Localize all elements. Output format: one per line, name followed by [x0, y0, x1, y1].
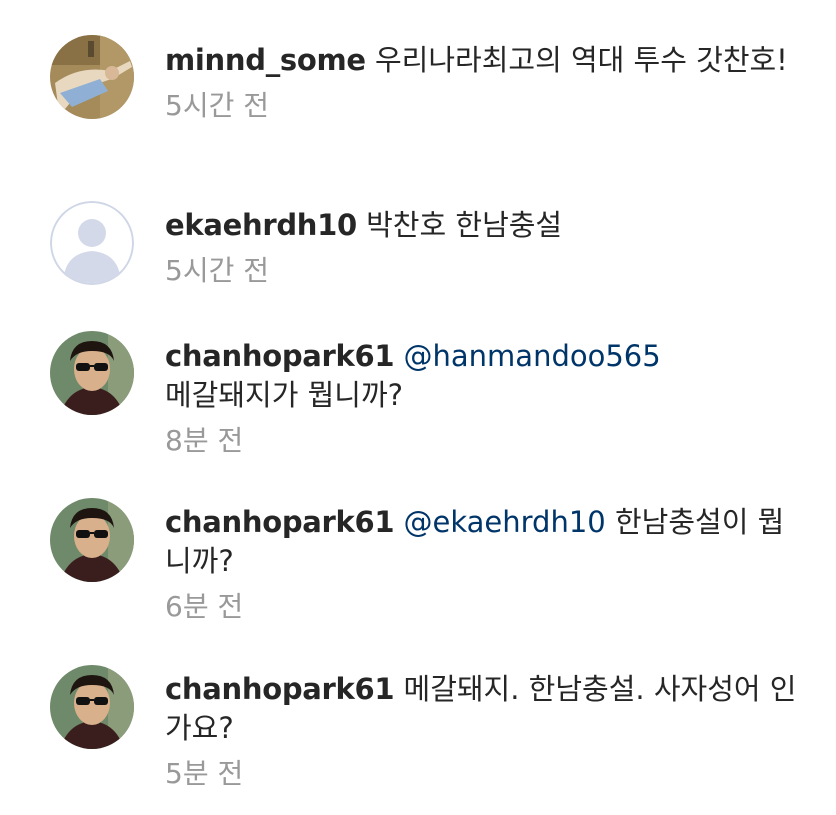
user-avatar[interactable]	[50, 201, 134, 285]
photo-avatar-icon	[50, 498, 134, 582]
comment-text: 메갈돼지가 뭡니까?	[165, 378, 404, 412]
photo-avatar-icon	[50, 331, 134, 415]
comment-text: 박찬호 한남충설	[366, 208, 563, 242]
user-avatar[interactable]	[50, 498, 134, 582]
comment-timestamp[interactable]: 6분 전	[165, 587, 805, 626]
comment-username[interactable]: chanhopark61	[165, 339, 395, 373]
comment-timestamp[interactable]: 5시간 전	[165, 251, 805, 290]
comment-body: chanhopark61 @ekaehrdh10 한남충설이 뭡니까? 6분 전	[165, 503, 805, 626]
user-avatar[interactable]	[50, 331, 134, 415]
comment-username[interactable]: ekaehrdh10	[165, 208, 357, 242]
comment-timestamp[interactable]: 5분 전	[165, 754, 805, 793]
comment-body: chanhopark61 메갈돼지. 한남충설. 사자성어 인가요? 5분 전	[165, 670, 805, 793]
comment-body: ekaehrdh10 박찬호 한남충설 5시간 전	[165, 206, 805, 290]
comment-timestamp[interactable]: 5시간 전	[165, 86, 805, 125]
user-avatar[interactable]	[50, 35, 134, 119]
comment-username[interactable]: chanhopark61	[165, 672, 395, 706]
comment-username[interactable]: chanhopark61	[165, 505, 395, 539]
comment-list: minnd_some 우리나라최고의 역대 투수 갓찬호! 5시간 전 ekae…	[0, 0, 836, 815]
user-mention-link[interactable]: @ekaehrdh10	[404, 505, 606, 539]
comment-body: chanhopark61 @hanmandoo565 메갈돼지가 뭡니까? 8분…	[165, 337, 805, 460]
user-mention-link[interactable]: @hanmandoo565	[404, 339, 661, 373]
photo-avatar-icon	[50, 35, 134, 119]
comment-text: 우리나라최고의 역대 투수 갓찬호!	[375, 43, 788, 77]
default-user-icon	[50, 201, 134, 285]
user-avatar[interactable]	[50, 665, 134, 749]
comment-username[interactable]: minnd_some	[165, 43, 366, 77]
photo-avatar-icon	[50, 665, 134, 749]
comment-timestamp[interactable]: 8분 전	[165, 421, 805, 460]
comment-body: minnd_some 우리나라최고의 역대 투수 갓찬호! 5시간 전	[165, 41, 805, 125]
